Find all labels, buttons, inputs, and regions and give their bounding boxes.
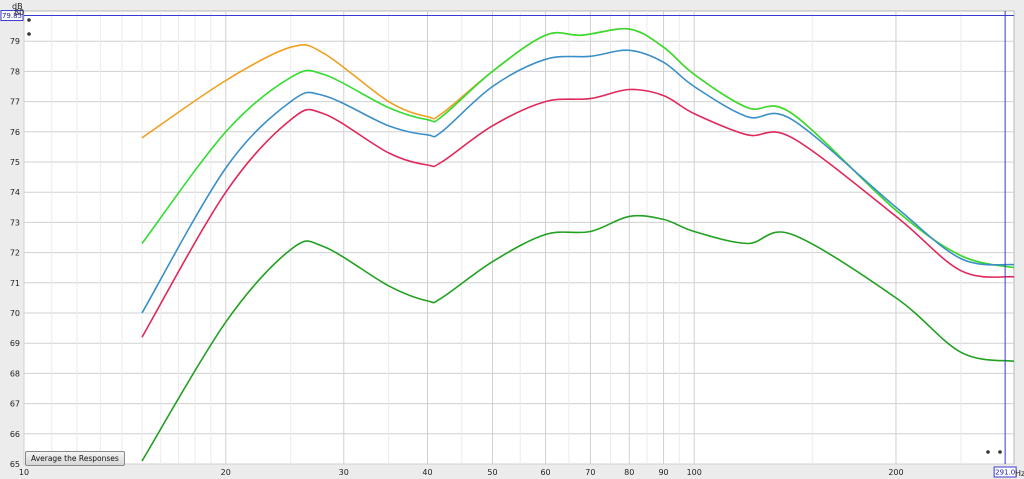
x-tick-label: 40	[422, 468, 432, 477]
cursor-handle-icon[interactable]	[27, 18, 31, 22]
x-tick-label: 10	[19, 468, 29, 477]
y-top-label: 80	[14, 8, 24, 17]
x-tick-label: 200	[888, 468, 903, 477]
y-tick-label: 67	[10, 400, 20, 409]
y-tick-label: 74	[10, 188, 20, 197]
cursor-handle-icon[interactable]	[27, 32, 31, 36]
spl-chart[interactable]: 65666768697071727374757677787910 20 30 40 50…	[0, 0, 1024, 479]
average-responses-button[interactable]: Average the Responses	[25, 451, 125, 466]
x-tick-label: 60	[540, 468, 550, 477]
plot-area[interactable]	[23, 10, 1015, 465]
y-tick-label: 72	[10, 249, 20, 258]
y-tick-label: 71	[10, 279, 20, 288]
x-tick-label: 90	[658, 468, 668, 477]
y-tick-label: 78	[10, 67, 20, 76]
cursor-handle-icon[interactable]	[986, 450, 990, 454]
y-tick-label: 77	[10, 98, 20, 107]
rew-graph-panel: 65 66 67 68 69 70 71 72 73 74 75 76 77 78 79 10 20 30 40 50…	[0, 0, 1024, 479]
x-tick-label: 30	[339, 468, 349, 477]
y-tick-label: 73	[10, 218, 20, 227]
x-tick-label: 70	[585, 468, 595, 477]
y-tick-label: 75	[10, 158, 20, 167]
cursor-handle-icon[interactable]	[998, 450, 1002, 454]
x-tick-label: 100	[687, 468, 702, 477]
y-tick-label: 79	[10, 37, 20, 46]
y-tick-label: 68	[10, 369, 20, 378]
x-tick-label: 50	[487, 468, 497, 477]
x-tick-label: 80	[624, 468, 634, 477]
x-tick-label: 20	[221, 468, 231, 477]
y-tick-label: 76	[10, 128, 20, 137]
x-unit-label: Hz	[1015, 469, 1024, 478]
y-tick-label: 70	[10, 309, 20, 318]
x-cursor-readout: 291.0	[995, 469, 1015, 477]
y-tick-label: 66	[10, 430, 20, 439]
y-tick-label: 69	[10, 339, 20, 348]
